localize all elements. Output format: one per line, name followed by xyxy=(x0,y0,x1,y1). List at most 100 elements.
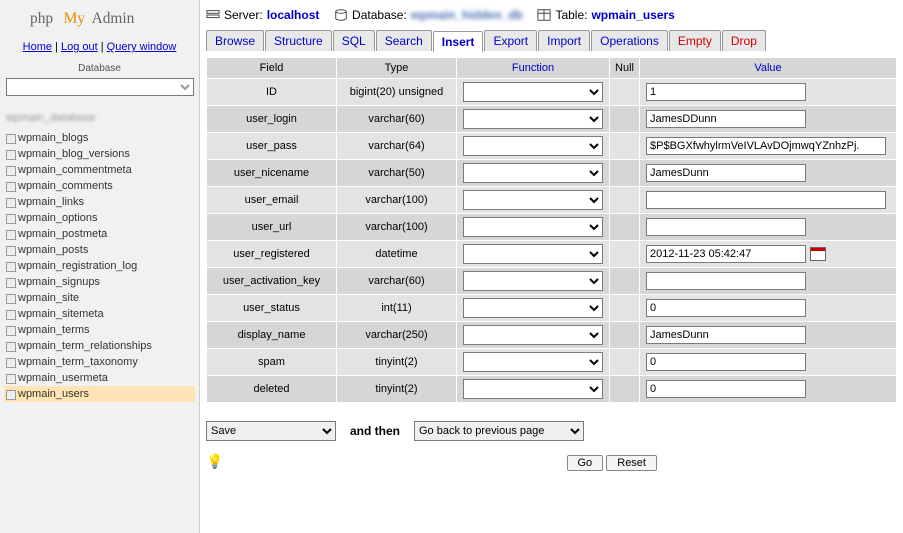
table-item[interactable]: wpmain_posts xyxy=(4,242,195,258)
table-row: IDbigint(20) unsigned xyxy=(207,79,897,106)
function-select[interactable] xyxy=(463,271,603,291)
tab-sql[interactable]: SQL xyxy=(333,30,375,51)
server-label: Server: xyxy=(224,8,263,22)
value-input[interactable] xyxy=(646,245,806,263)
col-field: Field xyxy=(207,58,337,79)
table-item[interactable]: wpmain_term_relationships xyxy=(4,338,195,354)
col-type: Type xyxy=(337,58,457,79)
table-item[interactable]: wpmain_signups xyxy=(4,274,195,290)
value-input[interactable] xyxy=(646,326,806,344)
null-cell xyxy=(610,268,640,295)
tab-drop[interactable]: Drop xyxy=(722,30,766,51)
value-input[interactable] xyxy=(646,191,886,209)
table-item[interactable]: wpmain_terms xyxy=(4,322,195,338)
null-cell xyxy=(610,241,640,268)
field-type: varchar(100) xyxy=(337,214,457,241)
tab-search[interactable]: Search xyxy=(376,30,432,51)
database-lbl: Database: xyxy=(352,8,407,22)
tab-operations[interactable]: Operations xyxy=(591,30,668,51)
null-cell xyxy=(610,214,640,241)
function-select[interactable] xyxy=(463,325,603,345)
field-name: user_activation_key xyxy=(207,268,337,295)
value-input[interactable] xyxy=(646,83,806,101)
button-row: 💡 xyxy=(206,447,897,471)
database-value[interactable]: wpmain_hidden_db xyxy=(411,8,523,22)
table-row: user_emailvarchar(100) xyxy=(207,187,897,214)
table-row: user_nicenamevarchar(50) xyxy=(207,160,897,187)
table-item[interactable]: wpmain_comments xyxy=(4,178,195,194)
field-type: int(11) xyxy=(337,295,457,322)
function-select[interactable] xyxy=(463,190,603,210)
table-item[interactable]: wpmain_commentmeta xyxy=(4,162,195,178)
reset-button[interactable] xyxy=(606,455,657,471)
field-name: user_pass xyxy=(207,133,337,160)
table-item[interactable]: wpmain_postmeta xyxy=(4,226,195,242)
null-cell xyxy=(610,322,640,349)
table-item[interactable]: wpmain_users xyxy=(4,386,195,402)
table-row: display_namevarchar(250) xyxy=(207,322,897,349)
tab-import[interactable]: Import xyxy=(538,30,590,51)
database-icon xyxy=(334,8,348,22)
home-link[interactable]: Home xyxy=(23,41,52,53)
calendar-icon[interactable] xyxy=(810,247,826,261)
field-name: user_status xyxy=(207,295,337,322)
value-input[interactable] xyxy=(646,353,806,371)
tab-structure[interactable]: Structure xyxy=(265,30,332,51)
table-icon xyxy=(537,8,551,22)
function-select[interactable] xyxy=(463,217,603,237)
save-select[interactable]: Save xyxy=(206,421,336,441)
table-item[interactable]: wpmain_registration_log xyxy=(4,258,195,274)
field-type: varchar(100) xyxy=(337,187,457,214)
value-input[interactable] xyxy=(646,218,806,236)
table-item[interactable]: wpmain_site xyxy=(4,290,195,306)
and-then-label: and then xyxy=(350,424,400,438)
value-input[interactable] xyxy=(646,272,806,290)
go-button[interactable] xyxy=(567,455,604,471)
tab-insert[interactable]: Insert xyxy=(433,31,484,52)
table-item[interactable]: wpmain_blogs xyxy=(4,130,195,146)
table-value[interactable]: wpmain_users xyxy=(591,8,674,22)
value-input[interactable] xyxy=(646,164,806,182)
value-input[interactable] xyxy=(646,137,886,155)
null-cell xyxy=(610,106,640,133)
field-type: varchar(60) xyxy=(337,106,457,133)
svg-text:My: My xyxy=(63,10,85,27)
table-list: wpmain_blogswpmain_blog_versionswpmain_c… xyxy=(4,130,195,402)
tab-browse[interactable]: Browse xyxy=(206,30,264,51)
main-content: Server: localhost Database: wpmain_hidde… xyxy=(200,0,903,533)
field-type: bigint(20) unsigned xyxy=(337,79,457,106)
function-select[interactable] xyxy=(463,298,603,318)
function-select[interactable] xyxy=(463,352,603,372)
value-input[interactable] xyxy=(646,380,806,398)
server-icon xyxy=(206,8,220,22)
table-item[interactable]: wpmain_blog_versions xyxy=(4,146,195,162)
database-label: Database xyxy=(4,59,195,78)
function-select[interactable] xyxy=(463,379,603,399)
function-select[interactable] xyxy=(463,109,603,129)
server-value[interactable]: localhost xyxy=(267,8,320,22)
field-name: ID xyxy=(207,79,337,106)
query-window-link[interactable]: Query window xyxy=(107,41,177,53)
tab-empty[interactable]: Empty xyxy=(669,30,721,51)
value-input[interactable] xyxy=(646,110,806,128)
logout-link[interactable]: Log out xyxy=(61,41,98,53)
form-rows: IDbigint(20) unsigneduser_loginvarchar(6… xyxy=(207,79,897,403)
value-input[interactable] xyxy=(646,299,806,317)
function-select[interactable] xyxy=(463,136,603,156)
field-type: varchar(250) xyxy=(337,322,457,349)
table-item[interactable]: wpmain_term_taxonomy xyxy=(4,354,195,370)
field-name: deleted xyxy=(207,376,337,403)
null-cell xyxy=(610,133,640,160)
table-item[interactable]: wpmain_links xyxy=(4,194,195,210)
col-null: Null xyxy=(610,58,640,79)
function-select[interactable] xyxy=(463,163,603,183)
field-name: user_email xyxy=(207,187,337,214)
function-select[interactable] xyxy=(463,244,603,264)
table-item[interactable]: wpmain_options xyxy=(4,210,195,226)
table-item[interactable]: wpmain_usermeta xyxy=(4,370,195,386)
function-select[interactable] xyxy=(463,82,603,102)
table-item[interactable]: wpmain_sitemeta xyxy=(4,306,195,322)
database-select[interactable] xyxy=(6,78,194,96)
then-select[interactable]: Go back to previous page xyxy=(414,421,584,441)
tab-export[interactable]: Export xyxy=(484,30,537,51)
